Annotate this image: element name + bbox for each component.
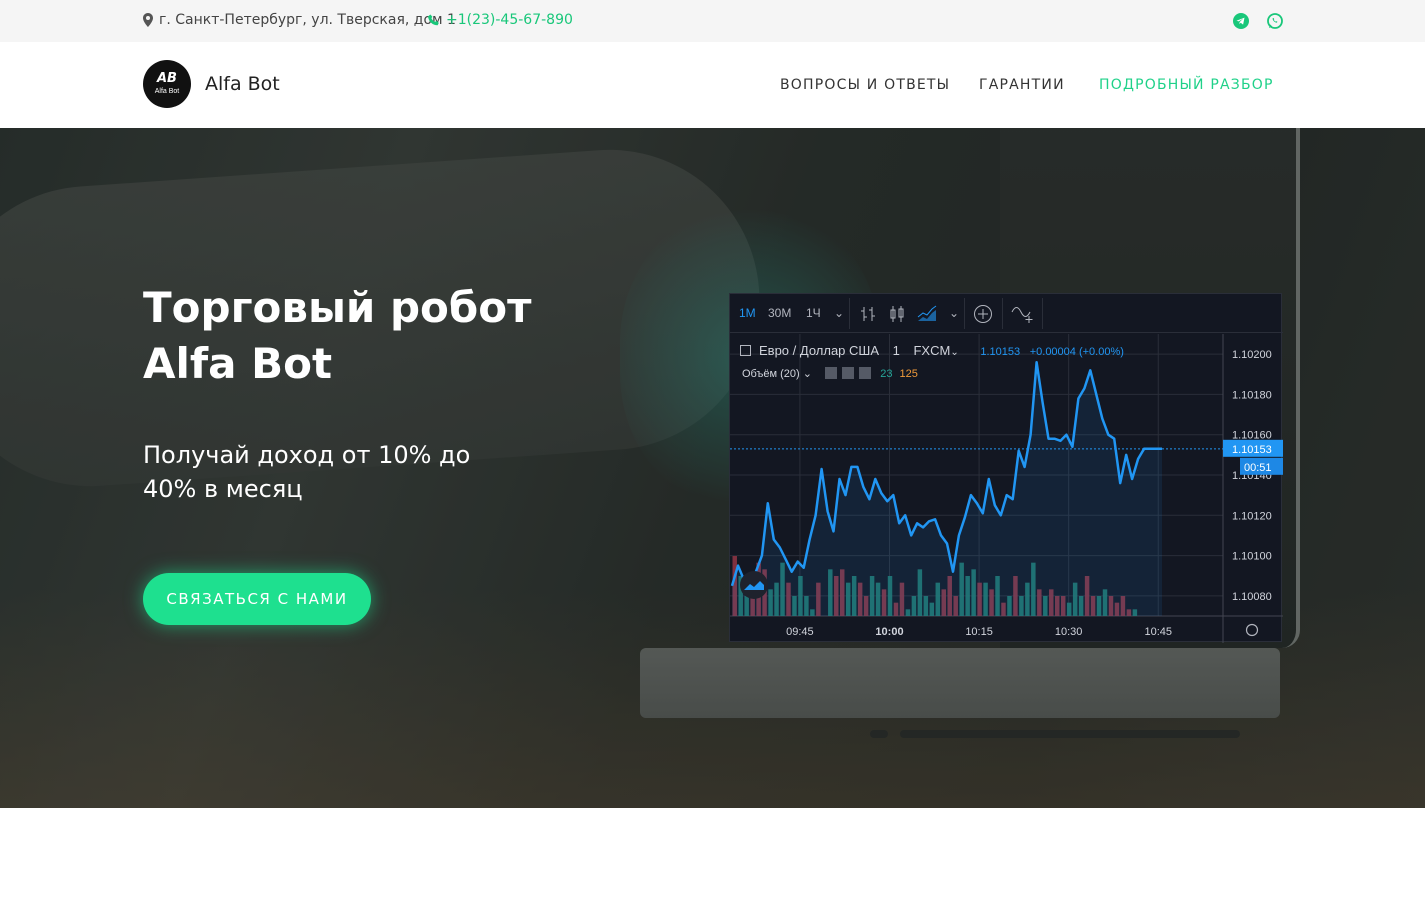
volume-value-up: 23: [880, 368, 893, 380]
chart-settings-icon: [1245, 623, 1259, 637]
hero-subtitle: Получай доход от 10% до 40% в месяц: [143, 441, 471, 503]
x-tick-label: 10:15: [965, 626, 993, 638]
nav-item-detailed-review[interactable]: ПОДРОБНЫЙ РАЗБОР: [1099, 77, 1274, 93]
hero-title: Торговый робот Alfa Bot: [143, 280, 531, 392]
volume-dropdown-icon[interactable]: ⌄: [803, 368, 812, 380]
address: г. Санкт-Петербург, ул. Тверская, дом 1: [143, 12, 456, 28]
site-header: AB Alfa Bot Alfa Bot ВОПРОСЫ И ОТВЕТЫ ГА…: [0, 42, 1425, 128]
last-price-tag-label: 1.10153: [1232, 444, 1272, 456]
top-info-bar: г. Санкт-Петербург, ул. Тверская, дом 1 …: [0, 0, 1425, 42]
y-tick-label: 1.10200: [1232, 349, 1272, 361]
countdown-tag-label: 00:51: [1244, 462, 1272, 474]
chart-legend: Евро / Доллар США 1 FXCM⌄ 1.10153 +0.000…: [740, 343, 1124, 358]
logo-text: Alfa Bot: [154, 88, 180, 95]
x-tick-label: 10:45: [1144, 626, 1172, 638]
nav-item-guarantees[interactable]: ГАРАНТИИ: [979, 77, 1065, 93]
hero-section: Торговый робот Alfa Bot Получай доход от…: [0, 128, 1425, 808]
symbol-dropdown-icon[interactable]: ⌄: [950, 347, 958, 358]
last-price: 1.10153: [980, 346, 1021, 358]
logo[interactable]: AB Alfa Bot: [143, 60, 191, 108]
contact-us-button[interactable]: СВЯЗАТЬСЯ С НАМИ: [143, 573, 371, 625]
phone-link[interactable]: +1(23)-45-67-890: [428, 12, 573, 28]
nav-item-faq[interactable]: ВОПРОСЫ И ОТВЕТЫ: [780, 77, 950, 93]
y-tick-label: 1.10100: [1232, 551, 1272, 563]
symbol-name[interactable]: Евро / Доллар США: [759, 343, 879, 358]
phone-icon: [428, 14, 439, 26]
volume-value-down: 125: [899, 368, 918, 380]
settings-icon[interactable]: [842, 367, 855, 379]
address-text: г. Санкт-Петербург, ул. Тверская, дом 1: [159, 12, 456, 28]
price-change: +0.00004 (+0.00%): [1029, 346, 1124, 358]
collapse-legend-icon[interactable]: [740, 345, 751, 356]
hero-title-line: Alfa Bot: [143, 339, 333, 388]
x-tick-label: 09:45: [786, 626, 814, 638]
x-tick-label: 10:00: [875, 626, 903, 638]
remove-icon[interactable]: [859, 367, 872, 379]
y-tick-label: 1.10120: [1232, 510, 1272, 522]
logo-mark: AB: [157, 71, 177, 86]
whatsapp-icon[interactable]: [1266, 12, 1284, 30]
location-pin-icon: [143, 13, 153, 27]
exchange-label: FXCM: [913, 343, 951, 358]
phone-text: +1(23)-45-67-890: [446, 12, 573, 28]
volume-legend: Объём (20) ⌄ 23 125: [742, 367, 918, 380]
y-tick-label: 1.10180: [1232, 389, 1272, 401]
brand-name[interactable]: Alfa Bot: [205, 73, 280, 95]
telegram-icon[interactable]: [1232, 12, 1250, 30]
hero-title-line: Торговый робот: [143, 283, 532, 332]
x-tick-label: 10:30: [1055, 626, 1083, 638]
trading-chart-widget[interactable]: 1М 30М 1Ч ⌄ ⌄ 1.10200 1.10180 1.10160 1.101…: [729, 293, 1283, 643]
volume-label: Объём (20): [742, 368, 800, 380]
interval-label: 1: [892, 343, 900, 358]
eye-icon[interactable]: [825, 367, 838, 379]
y-tick-label: 1.10080: [1232, 591, 1272, 603]
